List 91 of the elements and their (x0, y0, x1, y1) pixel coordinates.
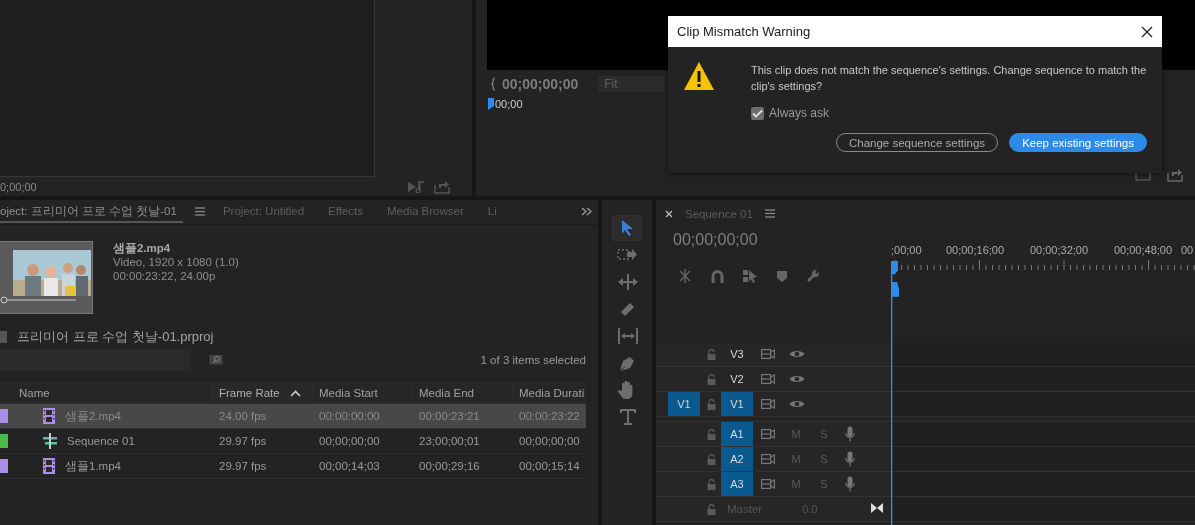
playhead[interactable] (891, 261, 900, 525)
table-cell-text: 24.00 fps (218, 410, 268, 422)
film-strip-icon[interactable] (761, 479, 775, 489)
more-panels-icon[interactable] (581, 207, 592, 216)
microphone-icon[interactable] (845, 476, 855, 492)
warning-icon[interactable] (683, 61, 715, 91)
source-patch[interactable]: V1 (668, 392, 700, 416)
playhead-icon[interactable] (488, 98, 494, 110)
microphone-icon[interactable] (845, 426, 855, 442)
film-strip-icon[interactable] (761, 399, 775, 409)
table-cell-text: 00;00;00;00 (318, 435, 381, 447)
menu-icon[interactable] (764, 209, 775, 218)
play-audio-icon[interactable] (408, 181, 426, 193)
clip-name: 샘플2.mp4 (113, 241, 172, 255)
table-cell: 샘플2.mp4 (65, 408, 121, 424)
film-icon[interactable] (43, 458, 55, 474)
menu-icon[interactable] (194, 207, 205, 216)
table-cell-text: 00:00:23:22 (518, 410, 581, 422)
table-row[interactable]: Sequence 01 29.97 fps 00;00;00;00 23;00;00;01 00;00;00;00 (0, 429, 586, 454)
track-target[interactable]: V3 (721, 342, 753, 366)
eye-icon[interactable] (789, 399, 805, 409)
lock-icon[interactable] (706, 348, 716, 360)
lock-icon[interactable] (706, 453, 716, 465)
playhead-time: 00;00 (495, 98, 523, 110)
lock-icon[interactable] (706, 503, 716, 515)
table-cell-text: 00;00;29;16 (418, 460, 481, 472)
snap-magnet-icon[interactable] (711, 269, 724, 283)
marker-icon[interactable] (777, 270, 787, 282)
timecode: 00;00;00;00 (502, 76, 579, 92)
table-cell-text: 29.97 fps (218, 460, 268, 472)
ruler-label: ;00;00 (891, 244, 923, 256)
find-icon[interactable] (209, 352, 223, 365)
film-strip-icon[interactable] (761, 454, 775, 464)
clip-duration: 00:00:23:22, 24.00p (113, 269, 217, 283)
table-cell-text: 00;00;15;14 (518, 460, 581, 472)
microphone-icon[interactable] (845, 451, 855, 467)
keep-button[interactable]: Keep existing settings (1009, 133, 1147, 152)
column-header[interactable]: Media End (413, 383, 513, 403)
eye-icon[interactable] (789, 349, 805, 359)
ruler-label: 00 (1181, 244, 1194, 256)
bowtie-icon[interactable] (871, 503, 883, 513)
track-target[interactable]: A2 (721, 447, 753, 471)
film-icon[interactable] (43, 408, 55, 424)
film-strip-icon[interactable] (761, 374, 775, 384)
timecode: 00;00;00;00 (672, 231, 759, 249)
table-cell: 샘플1.mp4 (65, 458, 121, 474)
table-cell-text: 00;00;00;00 (518, 435, 581, 447)
track-target[interactable]: A1 (721, 422, 753, 446)
bracket-icon[interactable] (491, 77, 496, 91)
table-cell-text: 29.97 fps (218, 435, 268, 447)
eye-icon[interactable] (789, 374, 805, 384)
close-icon[interactable] (665, 210, 673, 218)
wrench-icon[interactable] (806, 269, 820, 283)
panel-tab[interactable]: oject: 프리미어 프로 수업 첫날-01 (0, 201, 183, 223)
project-file-name: 프리미어 프로 수업 첫날-01.prproj (17, 328, 214, 346)
track-target[interactable]: V1 (721, 392, 753, 416)
lock-icon[interactable] (706, 373, 716, 385)
export-frame-icon[interactable] (434, 180, 450, 194)
dialog-message: This clip does not match the sequence's settings. Change sequence to match the clip's settings? (751, 63, 1148, 94)
sequence-icon[interactable] (43, 433, 57, 449)
track-target[interactable]: V2 (721, 367, 753, 391)
checkbox-label: Always ask (769, 106, 830, 120)
film-strip-icon[interactable] (761, 429, 775, 439)
selection-tool[interactable] (612, 215, 642, 241)
film-strip-icon[interactable] (761, 349, 775, 359)
nest-icon[interactable] (678, 269, 692, 283)
close-icon[interactable] (1141, 25, 1153, 38)
ruler-label: 00;00;32;00 (1028, 244, 1090, 256)
table-cell: Sequence 01 (67, 435, 135, 447)
dialog-title: Clip Mismatch Warning (677, 24, 811, 39)
lock-icon[interactable] (706, 428, 716, 440)
timecode: 0;00;00 (0, 181, 37, 193)
selection-status: 1 of 3 items selected (480, 354, 586, 366)
table-cell-text: 00;00;14;03 (318, 460, 381, 472)
linked-selection-icon[interactable] (743, 269, 758, 283)
column-header[interactable]: Media Durati (513, 383, 586, 403)
ruler-label: 00;00;16;00 (944, 244, 1006, 256)
checkbox[interactable] (751, 106, 764, 120)
table-row[interactable]: 샘플2.mp4 24.00 fps 00:00:00:00 00:00:23:21 00:00:23:22 (0, 404, 586, 429)
track-target[interactable]: A3 (721, 472, 753, 496)
table-cell-text: 00:00:23:21 (418, 410, 481, 422)
clip-info: Video, 1920 x 1080 (1.0) (113, 255, 239, 269)
lock-icon[interactable] (706, 398, 716, 410)
table-cell-text: 00:00:00:00 (318, 410, 381, 422)
lock-icon[interactable] (706, 478, 716, 490)
export-frame-icon[interactable] (1167, 168, 1183, 182)
table-row[interactable]: 샘플1.mp4 29.97 fps 00;00;14;03 00;00;29;16 00;00;15;14 (0, 454, 586, 479)
scrub-bar-icon[interactable] (0, 296, 78, 304)
sort-caret-icon (289, 389, 301, 397)
table-cell-text: 23;00;00;01 (418, 435, 481, 447)
column-header[interactable]: Media Start (313, 383, 413, 403)
